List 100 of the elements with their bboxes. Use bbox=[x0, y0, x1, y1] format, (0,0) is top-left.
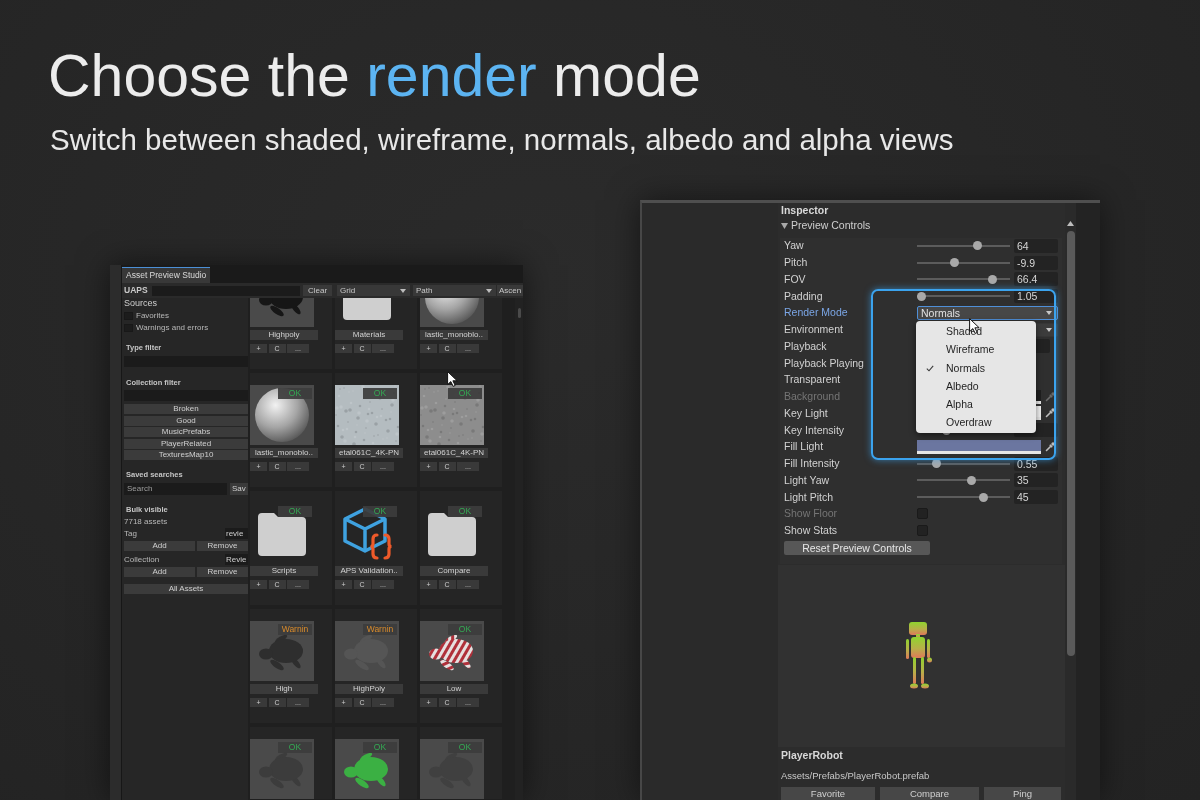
status-badge: OK bbox=[448, 388, 482, 399]
status-badge: OK bbox=[363, 506, 397, 517]
menu-item[interactable]: Alpha bbox=[916, 395, 1036, 414]
view-dropdown[interactable]: Grid bbox=[337, 285, 410, 296]
slider-thumb[interactable] bbox=[988, 274, 998, 284]
slider-thumb[interactable] bbox=[917, 291, 926, 301]
slider-thumb[interactable] bbox=[966, 475, 976, 485]
text-field[interactable]: Revie bbox=[225, 554, 248, 565]
eyedropper-icon[interactable] bbox=[1045, 391, 1055, 402]
asset-path: Assets/Prefabs/PlayerRobot.prefab bbox=[780, 770, 931, 782]
status-badge: Warnin bbox=[363, 624, 397, 635]
add-button[interactable]: Add bbox=[124, 567, 195, 577]
menu-item[interactable]: Shaded bbox=[916, 323, 1036, 342]
property-label: Environment bbox=[784, 323, 844, 337]
remove-button[interactable]: Remove bbox=[197, 541, 248, 551]
property-label: Pitch bbox=[784, 256, 809, 270]
status-badge: OK bbox=[363, 388, 397, 399]
status-badge: OK bbox=[363, 742, 397, 753]
section-title: Sources bbox=[124, 298, 159, 308]
search-field[interactable]: Search bbox=[124, 483, 227, 495]
property-label: Fill Intensity bbox=[784, 457, 841, 471]
eyedropper-icon[interactable] bbox=[1045, 408, 1055, 419]
menu-item[interactable]: Normals bbox=[916, 359, 1036, 378]
toolbar-title: UAPS bbox=[124, 285, 149, 296]
panel-title: Inspector bbox=[780, 204, 830, 216]
status-badge: OK bbox=[448, 742, 482, 753]
all-assets-button[interactable]: All Assets bbox=[124, 584, 248, 594]
menu-item[interactable]: Albedo bbox=[916, 377, 1036, 396]
add-button[interactable]: Add bbox=[124, 541, 195, 551]
asset-count: 7718 assets bbox=[124, 517, 169, 527]
menu-item[interactable]: Overdraw bbox=[916, 413, 1036, 433]
status-badge: OK bbox=[278, 742, 312, 753]
number-field[interactable]: 66.4 bbox=[1014, 272, 1058, 287]
property-label: Key Intensity bbox=[784, 423, 846, 437]
slider-thumb[interactable] bbox=[979, 492, 989, 502]
status-badge: OK bbox=[278, 506, 312, 517]
sort-dropdown[interactable]: Path bbox=[413, 285, 496, 296]
property-label: FOV bbox=[784, 272, 807, 286]
number-field[interactable]: 45 bbox=[1014, 490, 1058, 505]
color-field[interactable] bbox=[917, 439, 1041, 454]
eyedropper-icon[interactable] bbox=[1045, 441, 1055, 452]
asset-name: PlayerRobot bbox=[780, 749, 844, 761]
collection-button[interactable]: TexturesMap10 bbox=[124, 450, 248, 460]
property-label: Render Mode bbox=[784, 306, 849, 320]
slider-thumb[interactable] bbox=[932, 459, 942, 469]
dropdown[interactable]: Normals bbox=[917, 305, 1058, 320]
subtitle: Switch between shaded, wireframe, normals, albedo and alpha views bbox=[50, 125, 954, 155]
asset-card[interactable]: OK bbox=[420, 727, 502, 799]
asset-name: lastic_monoblo.. bbox=[250, 448, 318, 458]
collection-button[interactable]: PlayerRelated bbox=[124, 438, 248, 449]
asset-name: HighPoly bbox=[335, 684, 403, 694]
checkbox-label: Warnings and errors bbox=[136, 323, 209, 333]
property-label: Padding bbox=[784, 289, 824, 303]
caret-icon bbox=[486, 288, 492, 293]
slider-thumb[interactable] bbox=[949, 258, 959, 268]
up-arrow-icon[interactable] bbox=[1067, 221, 1074, 226]
action-button[interactable]: Ping bbox=[984, 787, 1061, 800]
slider-thumb[interactable] bbox=[973, 241, 983, 251]
number-field[interactable]: 64 bbox=[1014, 238, 1058, 253]
turtle-thumbnail bbox=[420, 621, 484, 681]
collection-button[interactable]: Good bbox=[124, 415, 248, 426]
scrollbar-thumb[interactable] bbox=[518, 308, 521, 318]
status-badge: Warnin bbox=[278, 624, 312, 635]
menu-item[interactable]: Wireframe bbox=[916, 341, 1036, 360]
clear-button[interactable]: Clear bbox=[303, 285, 332, 296]
property-label: Playback bbox=[784, 339, 828, 353]
status-badge: OK bbox=[278, 388, 312, 399]
asset-name: Highpoly bbox=[250, 330, 318, 340]
reset-button[interactable]: Reset Preview Controls bbox=[784, 540, 930, 555]
collection-button[interactable]: MusicPrefabs bbox=[124, 427, 248, 437]
cursor-icon bbox=[447, 371, 458, 387]
asset-name: APS Validation.. bbox=[335, 566, 403, 576]
caret-icon bbox=[1046, 310, 1052, 315]
asset-card[interactable]: OK bbox=[335, 727, 417, 799]
property-label: Fill Light bbox=[784, 440, 825, 454]
collection-button[interactable]: Broken bbox=[124, 404, 248, 414]
text-field[interactable]: revie bbox=[225, 528, 248, 539]
asset-name: etal061C_4K-PN bbox=[335, 448, 403, 458]
window-tab[interactable]: Asset Preview Studio bbox=[122, 267, 211, 283]
property-label: Playback Playing bbox=[784, 356, 865, 370]
save-button[interactable]: Sav bbox=[230, 483, 248, 495]
asset-name: Low bbox=[420, 684, 488, 694]
field-label: Collection bbox=[124, 554, 160, 565]
asset-name: Scripts bbox=[250, 566, 318, 576]
order-dropdown[interactable]: Ascen bbox=[497, 285, 523, 296]
number-field[interactable]: -9.9 bbox=[1014, 255, 1058, 270]
asset-name: lastic_monoblo.. bbox=[420, 330, 488, 340]
scrollbar-thumb[interactable] bbox=[1066, 231, 1075, 656]
asset-card[interactable]: OK bbox=[250, 727, 332, 799]
checkbox-label: Favorites bbox=[136, 311, 169, 321]
action-button[interactable]: Favorite bbox=[781, 787, 875, 800]
caret-icon bbox=[1046, 327, 1052, 332]
foldout-header[interactable]: Preview Controls bbox=[778, 219, 1065, 232]
remove-button[interactable]: Remove bbox=[197, 567, 248, 577]
status-badge: OK bbox=[448, 506, 482, 517]
action-button[interactable]: Compare bbox=[880, 787, 979, 800]
property-label: Yaw bbox=[784, 239, 805, 253]
asset-name: Compare bbox=[420, 566, 488, 576]
number-field[interactable]: 35 bbox=[1014, 473, 1058, 488]
property-label: Light Pitch bbox=[784, 490, 835, 504]
